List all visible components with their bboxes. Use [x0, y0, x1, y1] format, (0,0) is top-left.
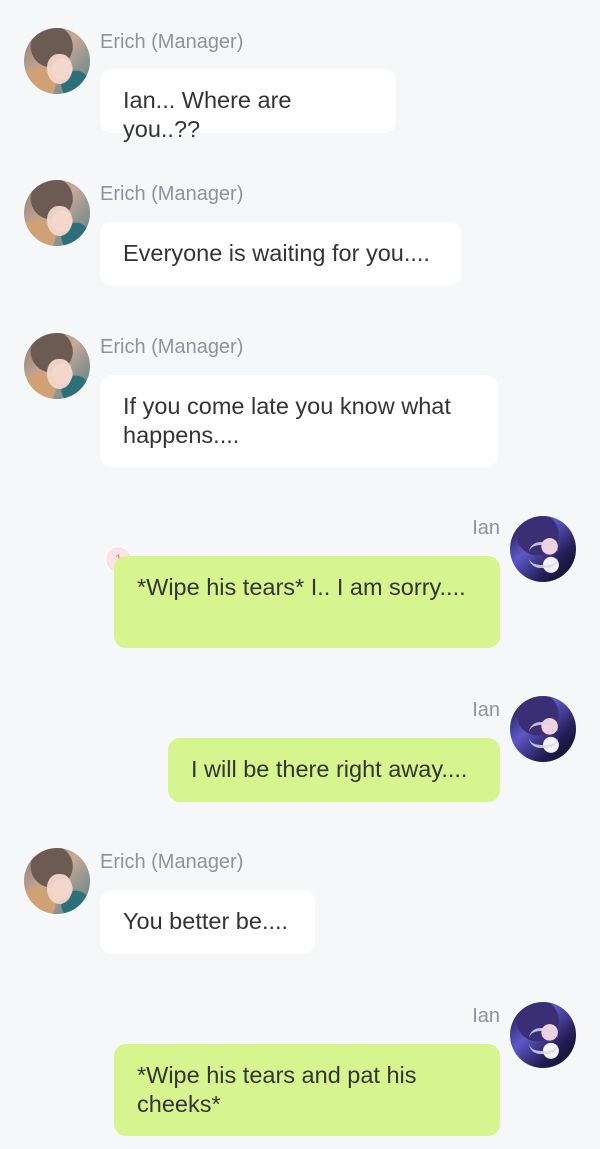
ian-avatar[interactable]	[510, 1002, 576, 1068]
message-ian-3: Ian *Wipe his tears and pat his cheeks*	[0, 486, 600, 1146]
message-bubble[interactable]: *Wipe his tears and pat his cheeks*	[114, 1044, 500, 1136]
sender-name: Ian	[472, 1005, 500, 1027]
chat-thread: Erich (Manager) Ian... Where are you..??…	[0, 0, 600, 1149]
